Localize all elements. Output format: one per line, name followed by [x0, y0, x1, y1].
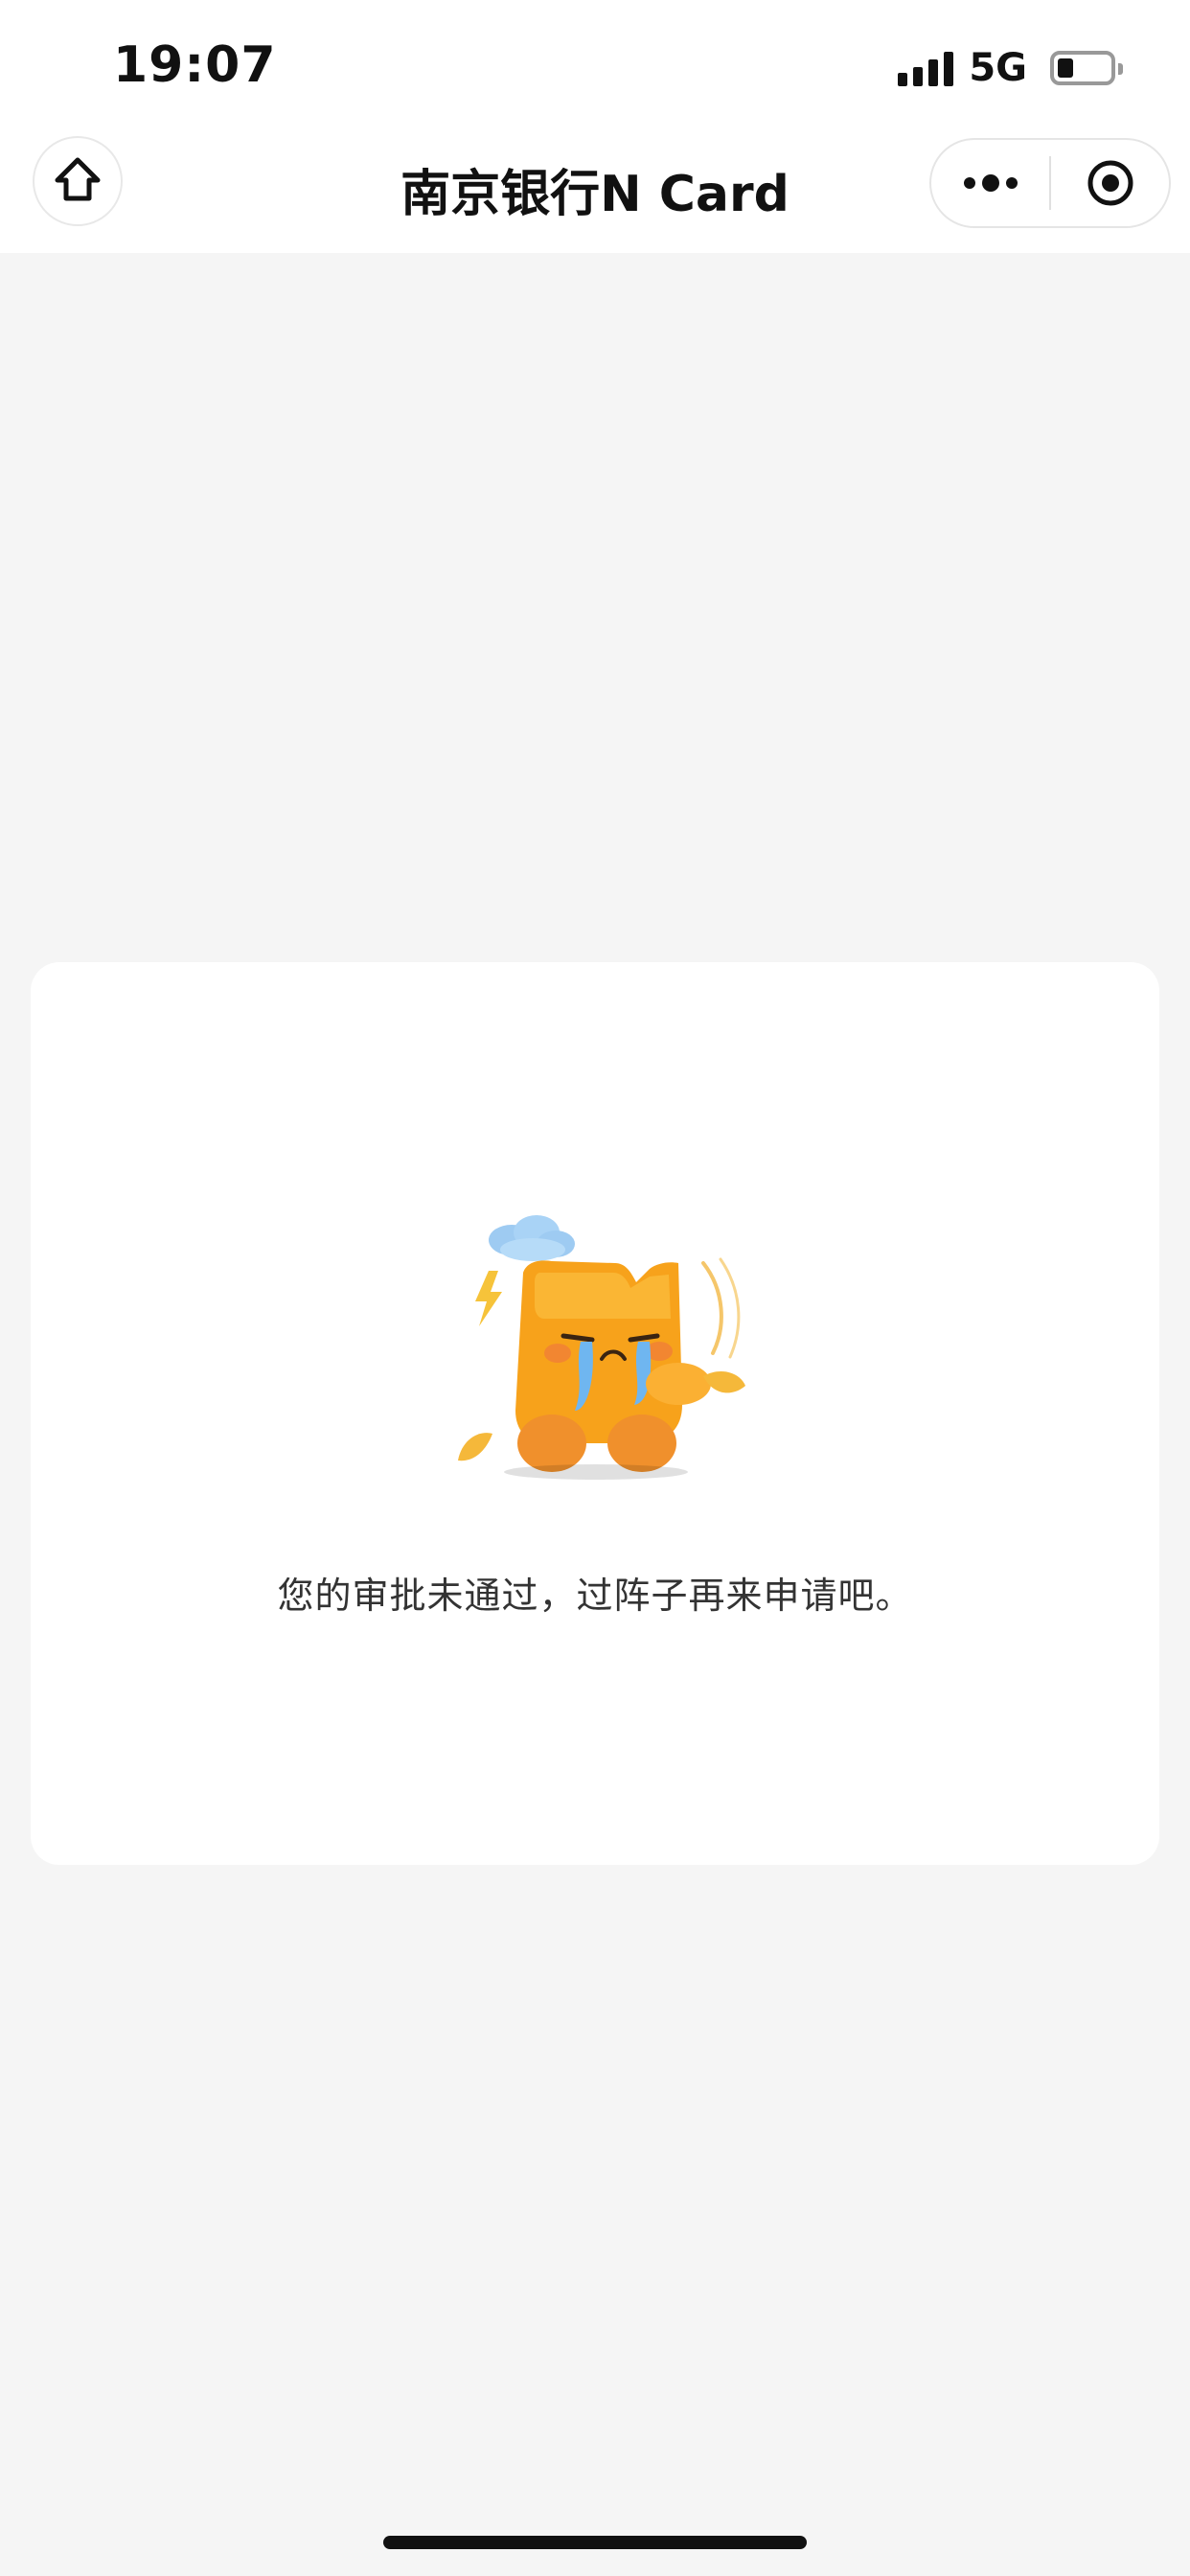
signal-bars-icon: [898, 50, 954, 86]
crying-mascot-icon: [458, 1215, 745, 1480]
more-dots-icon: [963, 174, 1018, 192]
status-indicators: 5G: [898, 44, 1123, 92]
cloud-icon: [489, 1215, 575, 1261]
top-bar: 19:07 5G 南京银行N Card: [0, 0, 1190, 253]
result-card: 您的审批未通过，过阵子再来申请吧。: [31, 962, 1159, 1865]
mini-program-capsule: [929, 138, 1171, 228]
more-button[interactable]: [931, 140, 1049, 226]
home-indicator[interactable]: [383, 2536, 807, 2549]
rejection-message: 您的审批未通过，过阵子再来申请吧。: [277, 1575, 913, 1617]
leaf-icon: [458, 1433, 492, 1461]
target-close-icon: [1087, 160, 1133, 206]
status-time: 19:07: [113, 36, 277, 94]
lightning-icon: [475, 1271, 502, 1326]
close-button[interactable]: [1051, 140, 1169, 226]
network-type: 5G: [969, 46, 1027, 90]
battery-level: [1058, 58, 1073, 78]
battery-icon: [1050, 51, 1123, 85]
